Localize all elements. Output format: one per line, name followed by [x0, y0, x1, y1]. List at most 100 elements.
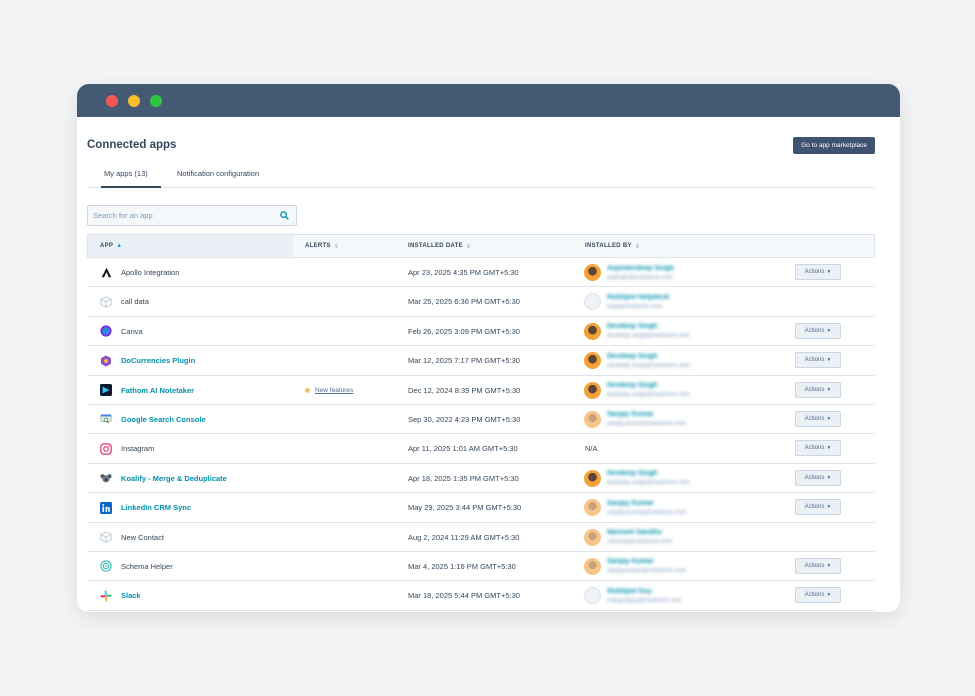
fathom-icon — [99, 376, 113, 405]
avatar — [584, 587, 601, 605]
column-header-app[interactable]: APP ▲ — [88, 235, 293, 257]
caret-down-icon: ▼ — [826, 504, 832, 511]
search-icon[interactable] — [280, 211, 289, 220]
app-name-link[interactable]: Google Search Console — [121, 405, 206, 434]
actions-dropdown-button[interactable]: Actions ▼ — [795, 557, 841, 574]
app-window: Connected apps Go to app marketplace My … — [77, 84, 900, 612]
installed-by: Devdeep Singh devdeep.singh@martechs.com — [584, 376, 690, 405]
actions-dropdown-button[interactable]: Actions ▼ — [795, 469, 841, 486]
table-row: Koalify - Merge & Deduplicate Apr 18, 202… — [87, 464, 875, 494]
installer-email: sanjay.kumar@martechs.com — [607, 509, 687, 516]
installer-name[interactable]: Arpinderdeep Singh — [607, 264, 674, 274]
docurrencies-icon — [99, 346, 113, 375]
app-name-link[interactable]: Koalify - Merge & Deduplicate — [121, 464, 227, 493]
installed-date: Apr 18, 2025 1:35 PM GMT+5:30 — [408, 473, 519, 483]
avatar — [584, 264, 601, 281]
app-name: New Contact — [121, 532, 164, 542]
app-name-link[interactable]: DoCurrencies Plugin — [121, 346, 195, 375]
actions-dropdown-button[interactable]: Actions ▼ — [795, 587, 841, 604]
linkedin-icon — [99, 493, 113, 522]
installer-email: arpinder@martechs.com — [607, 274, 673, 281]
table-row: Google Search Console Sep 30, 2022 4:23 P… — [87, 405, 875, 435]
avatar — [584, 557, 601, 575]
installer-name[interactable]: HubSpot Helpdesk — [607, 293, 669, 303]
app-name: Schema Helper — [121, 561, 173, 571]
installer-name[interactable]: Devdeep Singh — [607, 381, 690, 391]
installed-date: Mar 18, 2025 5:44 PM GMT+5:30 — [408, 591, 520, 601]
installer-name[interactable]: Devdeep Singh — [607, 322, 690, 332]
caret-down-icon: ▼ — [826, 592, 832, 599]
installer-name[interactable]: Devdeep Singh — [607, 469, 690, 479]
installer-email: devdeep.singh@martechs.com — [607, 362, 690, 369]
caret-down-icon: ▼ — [826, 386, 832, 393]
actions-dropdown-button[interactable]: Actions ▼ — [795, 440, 841, 457]
app-name-link[interactable]: LinkedIn CRM Sync — [121, 493, 191, 522]
table-body: Apollo Integration Apr 23, 2025 4:35 PM G… — [87, 258, 875, 611]
installer-name[interactable]: Navneet Sandhu — [607, 528, 672, 538]
instagram-icon — [99, 434, 113, 463]
installed-date: Apr 11, 2025 1:01 AM GMT+5:30 — [408, 444, 518, 454]
alert-dot-icon — [305, 387, 310, 393]
installed-date: Dec 12, 2024 8:39 PM GMT+5:30 — [408, 385, 521, 395]
search-input[interactable] — [88, 206, 274, 225]
caret-down-icon: ▼ — [826, 562, 832, 569]
alert-cell: New features — [305, 376, 353, 405]
installed-by: Sanjay Kumar sanjay.kumar@martechs.com — [584, 552, 686, 581]
tab-notification-configuration[interactable]: Notification configuration — [177, 169, 259, 188]
app-name-link[interactable]: Fathom AI Notetaker — [121, 376, 194, 405]
close-window-dot[interactable] — [106, 95, 118, 107]
tab-my-apps[interactable]: My apps (13) — [101, 169, 161, 188]
actions-dropdown-button[interactable]: Actions ▼ — [795, 499, 841, 516]
installed-by: Devdeep Singh devdeep.singh@martechs.com — [584, 317, 690, 346]
caret-down-icon: ▼ — [826, 327, 832, 334]
sort-icon: ⇕ — [634, 243, 641, 250]
installer-name[interactable]: HubSpot Guy — [607, 587, 682, 597]
actions-dropdown-button[interactable]: Actions ▼ — [795, 381, 841, 398]
app-name: Apollo Integration — [121, 268, 180, 277]
column-header-alerts[interactable]: ALERTS ⇕ — [305, 235, 339, 257]
slack-icon — [99, 581, 113, 610]
table-row: Slack Mar 18, 2025 5:44 PM GMT+5:30 HubSpo… — [87, 581, 875, 611]
installer-email: help@martechs.com — [607, 303, 663, 310]
page-content: Connected apps Go to app marketplace My … — [77, 117, 900, 612]
table-row: Canva Feb 26, 2025 3:09 PM GMT+5:30 Devdee… — [87, 317, 875, 347]
avatar — [584, 293, 601, 311]
installed-date: May 29, 2025 3:44 PM GMT+5:30 — [408, 503, 522, 513]
installed-date: Sep 30, 2022 4:23 PM GMT+5:30 — [408, 414, 521, 424]
maximize-window-dot[interactable] — [150, 95, 162, 107]
avatar — [584, 322, 601, 340]
app-name: Instagram — [121, 444, 155, 454]
installed-by: Sanjay Kumar sanjay.kumar@martechs.com — [584, 405, 686, 434]
installed-date: Mar 4, 2025 1:16 PM GMT+5:30 — [408, 561, 516, 571]
installed-by: Sanjay Kumar sanjay.kumar@martechs.com — [584, 493, 686, 522]
go-to-marketplace-button[interactable]: Go to app marketplace — [793, 137, 875, 154]
canva-icon — [99, 317, 113, 346]
installer-name[interactable]: Devdeep Singh — [607, 352, 690, 362]
installer-name[interactable]: Sanjay Kumar — [607, 499, 686, 509]
minimize-window-dot[interactable] — [128, 95, 140, 107]
sort-icon: ⇕ — [465, 243, 472, 250]
installed-by: Navneet Sandhu navneet@martechs.com — [584, 523, 672, 552]
app-name: Canva — [121, 326, 143, 336]
installer-name[interactable]: Sanjay Kumar — [607, 557, 686, 567]
actions-dropdown-button[interactable]: Actions ▼ — [795, 352, 841, 369]
column-header-installed-by[interactable]: INSTALLED BY ⇕ — [585, 235, 640, 257]
koalify-icon — [99, 464, 113, 493]
window-titlebar — [77, 84, 900, 117]
installer-name[interactable]: Sanjay Kumar — [607, 410, 686, 420]
app-name-link[interactable]: Slack — [121, 581, 141, 610]
caret-down-icon: ▼ — [826, 357, 832, 364]
actions-dropdown-button[interactable]: Actions ▼ — [795, 322, 841, 339]
actions-dropdown-button[interactable]: Actions ▼ — [795, 410, 841, 427]
installed-by: Arpinderdeep Singh arpinder@martechs.com — [584, 258, 674, 287]
installer-email: devdeep.singh@martechs.com — [607, 392, 690, 399]
alert-link[interactable]: New features — [315, 387, 353, 394]
column-header-installed-date[interactable]: INSTALLED DATE ⇕ — [408, 235, 471, 257]
installer-email: sanjay.kumar@martechs.com — [607, 421, 687, 428]
installed-date: Apr 23, 2025 4:35 PM GMT+5:30 — [408, 268, 519, 277]
actions-dropdown-button[interactable]: Actions ▼ — [795, 264, 841, 280]
app-name: call data — [121, 297, 149, 307]
table-row: Fathom AI Notetaker New features Dec 12, 2… — [87, 376, 875, 405]
avatar — [584, 381, 601, 399]
avatar — [584, 352, 601, 370]
